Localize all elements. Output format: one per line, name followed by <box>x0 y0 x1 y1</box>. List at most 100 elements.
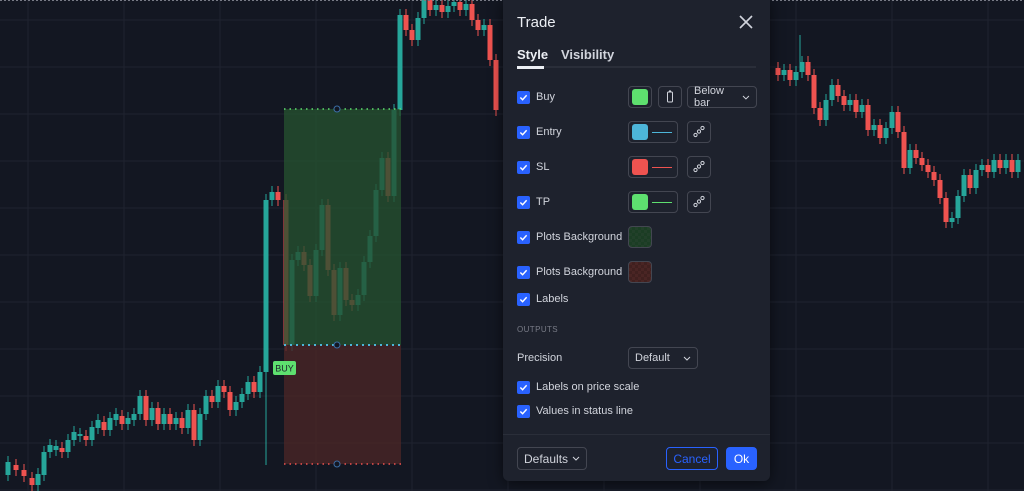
candle-body <box>5 462 11 475</box>
plots-background-label-2: Plots Background <box>536 266 623 278</box>
candle-body <box>871 125 877 130</box>
candle-body <box>427 0 433 10</box>
entry-row: Entry <box>517 124 562 140</box>
candle-body <box>65 440 71 452</box>
candle-body <box>209 396 215 402</box>
buy-marker-label: BUY <box>275 364 294 374</box>
candle-body <box>811 75 817 108</box>
candle-body <box>77 434 83 436</box>
labels-on-price-scale-checkbox[interactable] <box>517 380 530 394</box>
entry-style-button[interactable] <box>687 121 711 143</box>
buy-label: Buy <box>536 91 555 103</box>
candle-body <box>227 392 233 410</box>
candle-body <box>997 160 1003 168</box>
candle-body <box>197 414 203 440</box>
sl-color-swatch[interactable] <box>628 156 678 178</box>
entry-handle[interactable] <box>333 341 341 349</box>
label-shape-icon <box>667 90 673 103</box>
candle-body <box>913 150 919 158</box>
candle-body <box>149 408 155 420</box>
candle-body <box>71 432 77 440</box>
sl-color <box>632 159 648 175</box>
candle-body <box>493 60 499 110</box>
plots-background-checkbox-2[interactable] <box>517 265 530 279</box>
ok-button[interactable]: Ok <box>726 447 757 470</box>
tp-color-swatch[interactable] <box>628 191 678 213</box>
footer-divider <box>503 434 770 435</box>
candle-body <box>185 410 191 428</box>
candle-body <box>41 452 47 475</box>
candle-body <box>481 25 487 30</box>
candle-body <box>457 2 463 10</box>
candle-body <box>125 418 131 424</box>
buy-placement-select[interactable]: Below bar <box>687 85 757 109</box>
values-in-status-line-checkbox[interactable] <box>517 404 530 418</box>
candle-body <box>919 158 925 165</box>
buy-checkbox[interactable] <box>517 90 530 104</box>
candle-body <box>943 198 949 222</box>
candle-body <box>901 132 907 168</box>
candle-body <box>203 396 209 414</box>
candle-body <box>403 15 409 30</box>
chevron-down-icon <box>742 95 750 100</box>
candle-body <box>131 414 137 420</box>
plots-background-label-1: Plots Background <box>536 231 623 243</box>
candle-body <box>21 470 27 476</box>
chevron-down-icon <box>572 456 580 461</box>
candle-body <box>937 180 943 198</box>
labels-checkbox[interactable] <box>517 292 530 306</box>
tp-line-preview <box>652 201 672 203</box>
outputs-section-label: OUTPUTS <box>517 325 559 334</box>
candle-body <box>979 165 985 170</box>
entry-checkbox[interactable] <box>517 125 530 139</box>
sl-style-button[interactable] <box>687 156 711 178</box>
candle-body <box>161 414 167 424</box>
tp-style-button[interactable] <box>687 191 711 213</box>
tab-track <box>517 66 756 68</box>
plots-background-swatch-2[interactable] <box>628 261 652 283</box>
candle-body <box>469 4 475 20</box>
candle-body <box>487 25 493 60</box>
defaults-select[interactable]: Defaults <box>517 447 587 470</box>
candle-body <box>83 436 89 440</box>
candle-body <box>787 70 793 80</box>
sl-handle[interactable] <box>333 460 341 468</box>
close-icon[interactable] <box>737 13 755 31</box>
tp-checkbox[interactable] <box>517 195 530 209</box>
tab-visibility[interactable]: Visibility <box>561 47 614 62</box>
candle-body <box>257 372 263 392</box>
candle-body <box>191 410 197 440</box>
tab-style[interactable]: Style <box>517 47 548 62</box>
sl-zone <box>284 345 401 464</box>
tp-label: TP <box>536 196 551 208</box>
sl-checkbox[interactable] <box>517 160 530 174</box>
labels-label: Labels <box>536 293 569 305</box>
tp-handle[interactable] <box>333 105 341 113</box>
candle-body <box>991 160 997 172</box>
plots-background-checkbox-1[interactable] <box>517 230 530 244</box>
buy-color-swatch[interactable] <box>628 86 652 108</box>
tp-row: TP <box>517 194 550 210</box>
candle-body <box>967 175 973 188</box>
candle-body <box>475 20 481 30</box>
entry-color-swatch[interactable] <box>628 121 678 143</box>
line-style-icon <box>693 160 705 173</box>
buy-marker: BUY <box>273 361 296 375</box>
precision-select[interactable]: Default <box>628 347 698 369</box>
check-icon <box>519 296 528 303</box>
candle-body <box>817 108 823 120</box>
check-icon <box>519 199 528 206</box>
plots-background-swatch-1[interactable] <box>628 226 652 248</box>
candle-body <box>107 418 113 430</box>
candle-body <box>445 6 451 12</box>
candle-body <box>59 448 65 452</box>
candle-body <box>251 382 257 392</box>
candle-body <box>781 70 787 75</box>
cancel-button[interactable]: Cancel <box>666 447 718 470</box>
buy-row: Buy <box>517 89 555 105</box>
chevron-down-icon <box>683 356 691 361</box>
candle-body <box>415 18 421 40</box>
candle-body <box>13 465 19 470</box>
buy-shape-button[interactable] <box>658 86 682 108</box>
candle-body <box>853 100 859 112</box>
